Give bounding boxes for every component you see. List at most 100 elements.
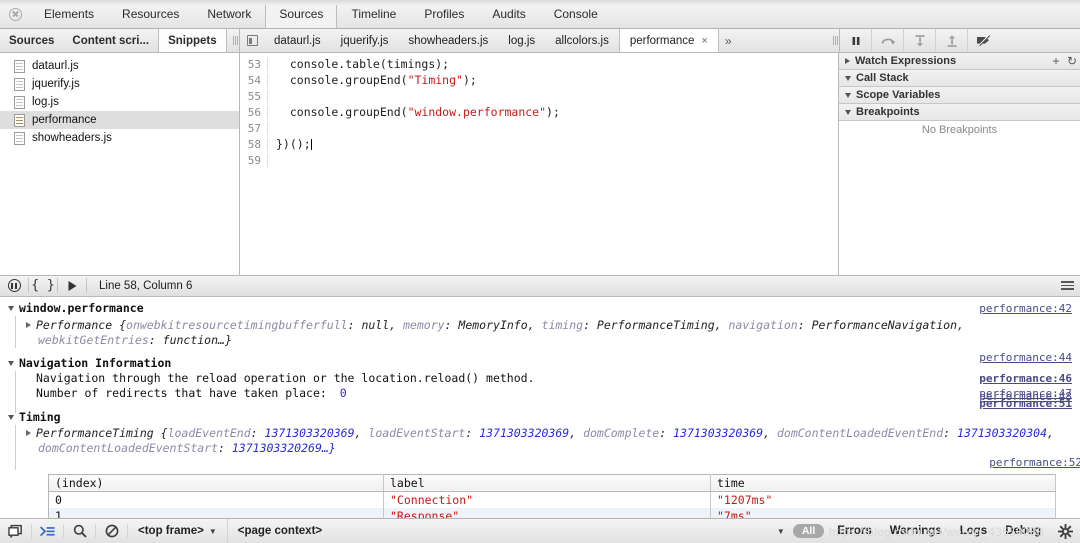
table-row[interactable]: 0"Connection""1207ms" [49,491,1056,508]
step-into-button[interactable] [904,29,936,52]
code-line[interactable]: 54 console.groupEnd("Timing"); [240,72,838,88]
chevron-down-icon [8,361,14,366]
show-console-button[interactable] [32,525,64,538]
file-item-label: jquerify.js [32,78,80,90]
pause-script-button[interactable] [840,29,872,52]
dock-to-side-button[interactable] [0,524,32,539]
timing-extra-source: performance:52 [26,456,1080,470]
source-link[interactable]: performance:44 [979,350,1072,365]
more-tabs-button[interactable]: » [719,29,738,52]
panel-tab-label: Sources [279,7,323,21]
panel-tab-label: Resources [122,7,179,21]
code-text: console.groupEnd("window.performance"); [268,105,560,119]
clear-console-button[interactable] [96,524,128,538]
close-icon [9,8,22,21]
line-number: 54 [240,74,268,87]
group-title[interactable]: Timing [8,410,1080,425]
gear-icon [1058,524,1073,539]
step-over-button[interactable] [872,29,904,52]
column-header-label[interactable]: label [384,474,711,491]
show-navigator-button[interactable] [240,29,264,52]
sidebar-section-call-stack[interactable]: Call Stack [839,70,1080,87]
chevron-down-icon [845,110,851,115]
group-title[interactable]: Navigation Information [8,356,1080,371]
editor-tab-log-js[interactable]: log.js [498,29,545,52]
object-preview[interactable]: Performance {onwebkitresourcetimingbuffe… [26,318,1080,348]
column-header-time[interactable]: time [711,474,1056,491]
file-item-performance[interactable]: performance [0,111,239,129]
console-group-window-performance: performance:42 window.performance Perfor… [0,297,1080,348]
code-line[interactable]: 56 console.groupEnd("window.performance"… [240,104,838,120]
search-button[interactable] [64,524,96,538]
source-link[interactable]: performance:46 [979,371,1072,386]
file-item-jquerify-js[interactable]: jquerify.js [0,75,239,93]
pretty-print-icon: { } [31,278,54,293]
pretty-print-button[interactable]: { } [29,278,57,293]
file-item-label: dataurl.js [32,60,79,72]
redirect-count-value: 0 [340,386,347,400]
run-snippet-button[interactable] [58,280,86,292]
editor-tab-jquerify-js[interactable]: jquerify.js [331,29,399,52]
line-number: 55 [240,90,268,103]
subtab-content-scri[interactable]: Content scri... [63,29,158,52]
filter-toggle-icon[interactable]: ▼ [769,527,793,536]
refresh-watch-expressions-button[interactable]: ↻ [1064,54,1080,68]
file-item-dataurl-js[interactable]: dataurl.js [0,57,239,75]
sidebar-section-watch-expressions[interactable]: Watch Expressions +↻ [839,53,1080,70]
console-table[interactable]: (index) label time 0"Connection""1207ms"… [48,474,1056,519]
subtab-label: Content scri... [72,35,149,47]
add-watch-expression-button[interactable]: + [1048,54,1064,68]
code-line[interactable]: 53 console.table(timings); [240,56,838,72]
source-link[interactable]: performance:51 [979,396,1072,411]
subtab-list: Sources Content scri... Snippets [0,29,227,52]
deactivate-breakpoints-button[interactable] [968,29,1000,52]
step-out-button[interactable] [936,29,968,52]
file-icon [14,96,25,109]
editor-tab-showheaders-js[interactable]: showheaders.js [398,29,498,52]
frame-selector[interactable]: <top frame> ▼ [128,519,228,543]
close-tab-icon[interactable]: × [701,35,707,47]
code-line[interactable]: 59 [240,152,838,168]
editor-tab-label: log.js [508,35,535,47]
group-title-label: window.performance [19,301,144,316]
subtab-sources[interactable]: Sources [0,29,63,52]
code-line[interactable]: 57 [240,120,838,136]
editor-tab-allcolors-js[interactable]: allcolors.js [545,29,619,52]
cell-label: "Connection" [384,491,711,508]
editor-tab-dataurl-js[interactable]: dataurl.js [264,29,331,52]
code-line[interactable]: 58})(); [240,136,838,152]
timing-object-preview[interactable]: PerformanceTiming {loadEventEnd: 1371303… [26,426,1080,456]
editor-tab-performance[interactable]: performance× [619,29,719,52]
pause-on-exceptions-icon [8,279,21,292]
run-snippet-icon [67,280,78,292]
console-table-wrap: (index) label time 0"Connection""1207ms"… [0,474,1080,519]
navigator-subtabs: Sources Content scri... Snippets [0,29,240,52]
pause-on-exceptions-button[interactable] [0,279,28,292]
navigator-resize-grip[interactable] [227,29,239,52]
line-number: 58 [240,138,268,151]
source-link[interactable]: performance:42 [979,301,1072,316]
subtab-snippets[interactable]: Snippets [158,29,227,52]
sidebar-section-breakpoints[interactable]: Breakpoints [839,104,1080,121]
sidebar-section-label: Watch Expressions [855,55,956,67]
sidebar-section-scope-variables[interactable]: Scope Variables [839,87,1080,104]
table-row[interactable]: 1"Response""7ms" [49,508,1056,519]
chevron-right-icon[interactable] [26,322,31,328]
settings-button[interactable] [1050,524,1080,539]
file-item-showheaders-js[interactable]: showheaders.js [0,129,239,147]
chevron-right-icon[interactable] [26,430,31,436]
group-title[interactable]: window.performance [8,301,1080,316]
code-line[interactable]: 55 [240,88,838,104]
console-output[interactable]: performance:42 window.performance Perfor… [0,297,1080,519]
file-item-log-js[interactable]: log.js [0,93,239,111]
code-text: console.groupEnd("Timing"); [268,73,477,87]
menu-icon[interactable] [1054,281,1080,290]
editor-resize-grip[interactable] [827,29,839,52]
column-header-index[interactable]: (index) [49,474,384,491]
console-filter-all[interactable]: All [793,524,824,538]
snippets-file-list[interactable]: dataurl.js jquerify.js log.jsperformancesh… [0,53,240,275]
code-editor[interactable]: 53 console.table(timings);54 console.gro… [240,53,839,275]
source-link[interactable]: performance:52 [989,455,1080,470]
page-context-label[interactable]: <page context> [228,525,332,537]
sidebar-section-label: Scope Variables [856,89,940,101]
